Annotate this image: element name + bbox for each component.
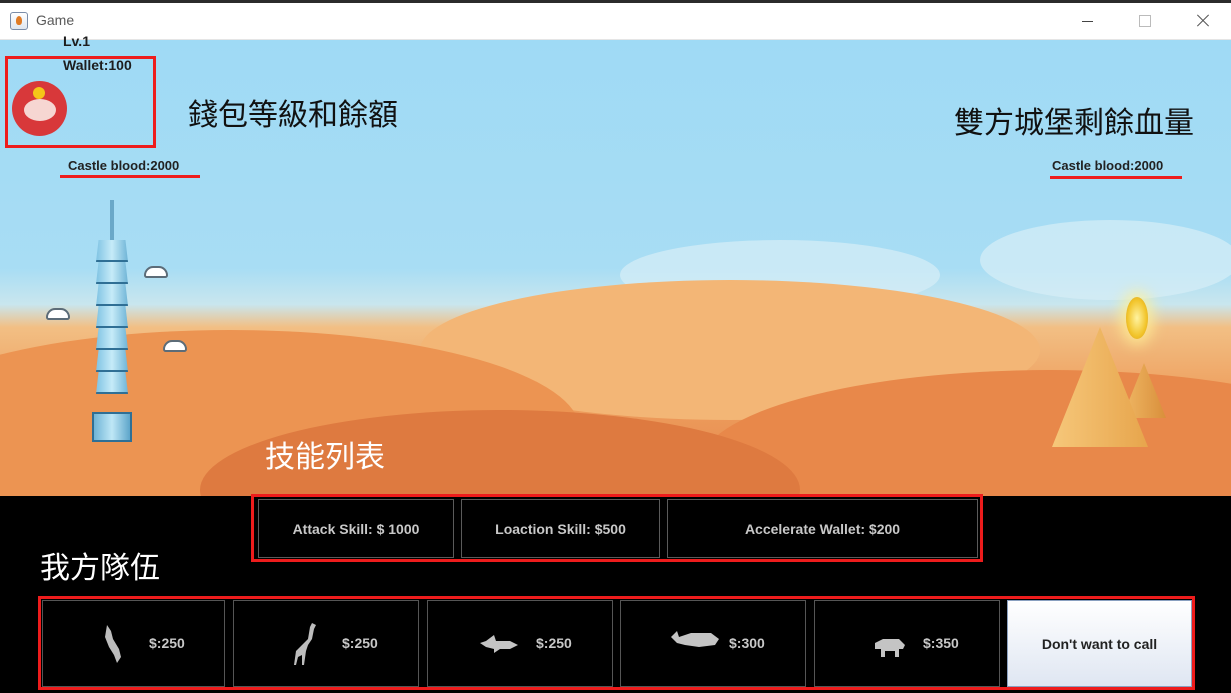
maximize-button[interactable] [1116,3,1174,40]
minimize-button[interactable] [1058,3,1116,40]
lizard-icon [105,625,121,663]
piggy-bank-icon [12,81,67,136]
unit-price: $:350 [923,635,959,651]
sky-cloud [980,220,1231,300]
unit-hippo-button[interactable]: $:350 [814,600,1000,687]
castle-blood-annotation: 雙方城堡剩餘血量 [954,106,1194,141]
whale-icon [671,631,719,647]
cloud-icon [46,308,70,320]
skill-list-annotation: 技能列表 [265,440,385,475]
wallet-balance: Wallet:100 [63,57,132,73]
unit-shark-button[interactable]: $:250 [427,600,613,687]
wallet-annotation: 錢包等級和餘額 [188,98,398,133]
window-titlebar: Game [0,3,1231,40]
attack-skill-button[interactable]: Attack Skill: $ 1000 [258,499,454,558]
unit-price: $:250 [342,635,378,651]
giraffe-icon [294,623,316,665]
window-title: Game [36,12,75,28]
team-annotation: 我方隊伍 [40,551,160,586]
unit-whale-button[interactable]: $:300 [620,600,806,687]
player-castle-tower [90,200,134,442]
accelerate-wallet-button[interactable]: Accelerate Wallet: $200 [667,499,978,558]
shark-icon [480,635,518,653]
highlight-underline [60,175,200,178]
unit-lizard-button[interactable]: $:250 [42,600,225,687]
player-castle-blood: Castle blood:2000 [68,158,180,173]
cloud-icon [144,266,168,278]
location-skill-button[interactable]: Loaction Skill: $500 [461,499,660,558]
unit-price: $:300 [729,635,765,651]
unit-price: $:250 [536,635,572,651]
unit-giraffe-button[interactable]: $:250 [233,600,419,687]
dont-want-to-call-button[interactable]: Don't want to call [1007,600,1192,687]
unit-price: $:250 [149,635,185,651]
enemy-castle-blood: Castle blood:2000 [1052,158,1164,173]
close-button[interactable] [1173,3,1231,40]
wallet-level: Lv.1 [63,33,90,49]
hippo-icon [875,639,905,657]
coin-icon [1126,297,1148,339]
highlight-underline [1050,176,1182,179]
cloud-icon [163,340,187,352]
java-app-icon [10,12,28,30]
